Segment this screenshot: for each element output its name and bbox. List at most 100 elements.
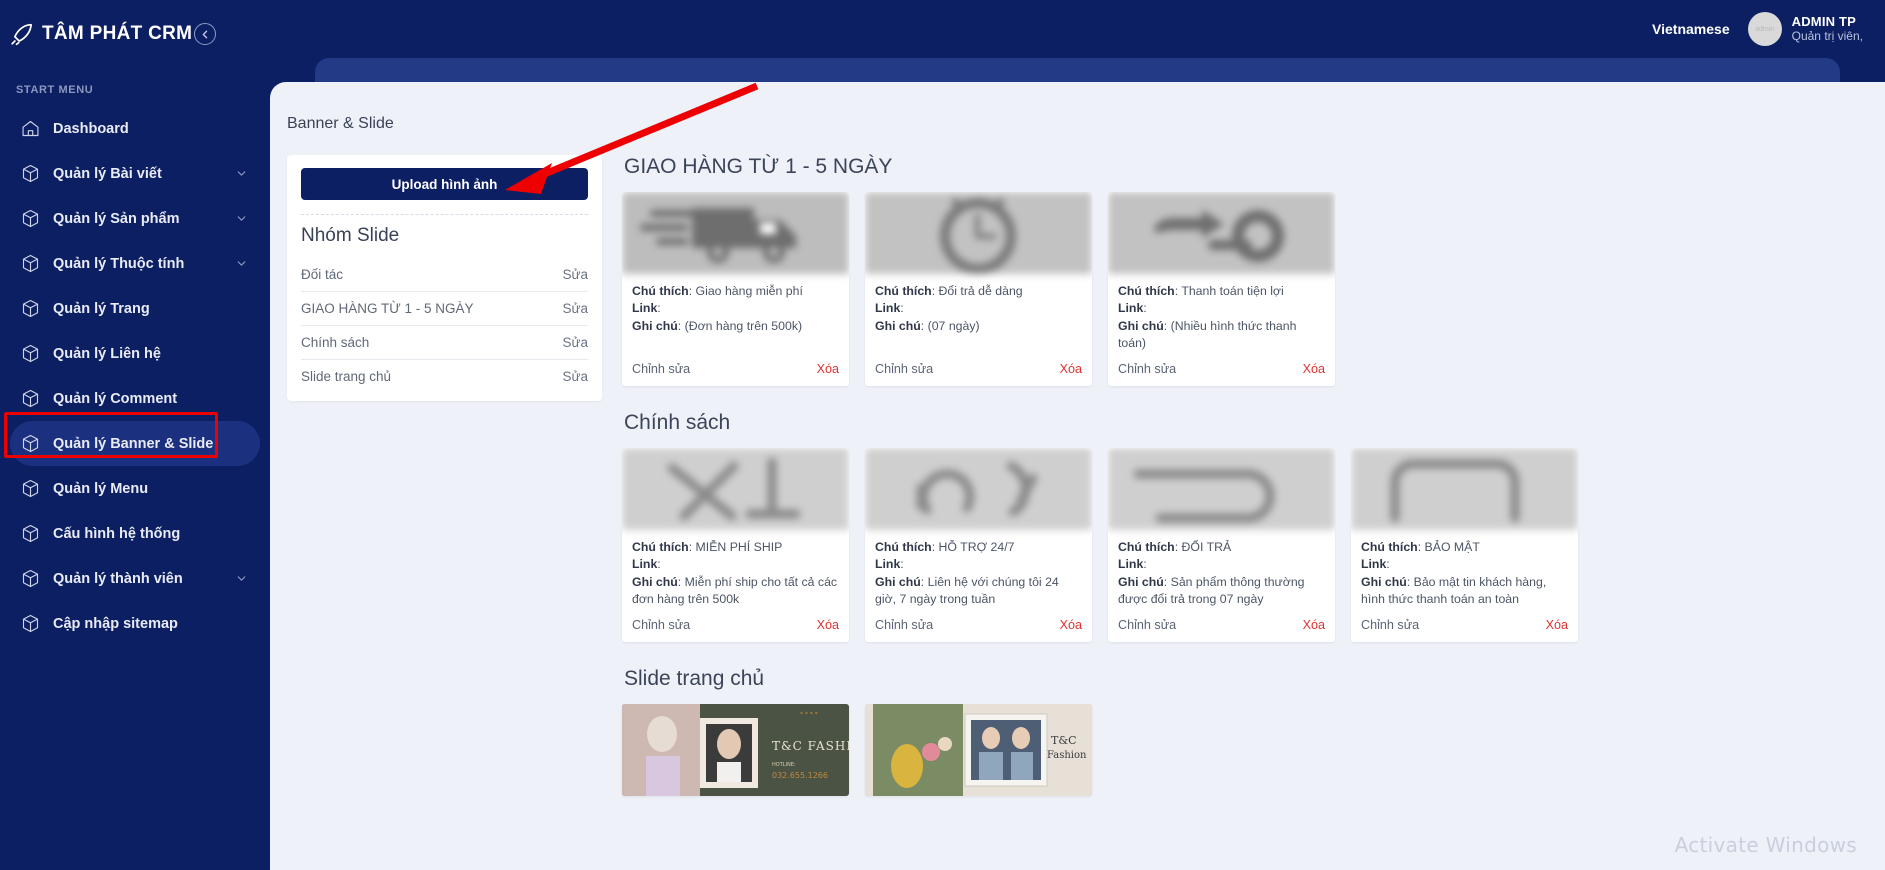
card-actions: Chỉnh sửa Xóa: [622, 609, 849, 642]
slide-group-edit-link[interactable]: Sửa: [562, 267, 588, 282]
card-caption-row: Chú thích: Thanh toán tiện lợi: [1118, 283, 1325, 300]
card-details: Chú thích: Thanh toán tiện lợiLink: Ghi …: [1108, 274, 1335, 353]
banner-card: T&C FASHIONHOTLINE:032.655.1266* * * *: [622, 704, 849, 796]
slide-group-panel: Upload hình ảnh Nhóm Slide Đối tácSửaGIA…: [287, 155, 602, 401]
svg-text:Fashion: Fashion: [1047, 750, 1087, 761]
main-area: Banner & Slide Upload hình ảnh Nhóm Slid…: [270, 0, 1885, 870]
banner-card: Chú thích: HỖ TRỢ 24/7Link: Ghi chú: Liê…: [865, 448, 1092, 642]
card-delete-link[interactable]: Xóa: [1546, 618, 1568, 632]
card-edit-link[interactable]: Chỉnh sửa: [632, 362, 690, 376]
card-actions: Chỉnh sửa Xóa: [865, 609, 1092, 642]
cube-icon: [20, 388, 41, 409]
card-edit-link[interactable]: Chỉnh sửa: [1118, 362, 1176, 376]
banner-card: Chú thích: Đổi trả dễ dàngLink: Ghi chú:…: [865, 192, 1092, 386]
cube-icon: [20, 253, 41, 274]
brand-header: TÂM PHÁT CRM: [0, 0, 270, 68]
sidebar-item-5[interactable]: Quản lý Liên hệ: [10, 331, 260, 376]
card-edit-link[interactable]: Chỉnh sửa: [1118, 618, 1176, 632]
sidebar-section-label: START MENU: [0, 68, 270, 106]
user-menu[interactable]: adminADMIN TPQuản trị viên,: [1748, 12, 1863, 46]
note-label: Ghi chú: [1118, 575, 1164, 589]
slide-group-name: Slide trang chủ: [301, 369, 391, 384]
card-thumbnail: [1108, 192, 1335, 274]
card-delete-link[interactable]: Xóa: [817, 362, 839, 376]
cube-icon: [20, 433, 41, 454]
sidebar-item-label: Cấu hình hệ thống: [53, 526, 248, 542]
caption-value: MIỄN PHÍ SHIP: [696, 540, 783, 554]
link-label: Link: [875, 301, 900, 315]
chevron-down-icon[interactable]: [235, 572, 248, 585]
slide-group-edit-link[interactable]: Sửa: [562, 335, 588, 350]
banner-card: Chú thích: ĐỔI TRẢLink: Ghi chú: Sản phẩ…: [1108, 448, 1335, 642]
card-edit-link[interactable]: Chỉnh sửa: [632, 618, 690, 632]
divider: [301, 214, 588, 215]
caption-label: Chú thích: [632, 284, 689, 298]
sidebar-item-0[interactable]: Dashboard: [10, 106, 260, 151]
card-delete-link[interactable]: Xóa: [1060, 618, 1082, 632]
sidebar-item-6[interactable]: Quản lý Comment: [10, 376, 260, 421]
card-delete-link[interactable]: Xóa: [1060, 362, 1082, 376]
sidebar-item-label: Quản lý Bài viết: [53, 166, 223, 182]
link-label: Link: [1118, 301, 1143, 315]
card-delete-link[interactable]: Xóa: [1303, 362, 1325, 376]
card-grid: T&C FASHIONHOTLINE:032.655.1266* * * * T&…: [622, 704, 1885, 796]
page-title: Banner & Slide: [270, 82, 1885, 133]
chevron-down-icon[interactable]: [235, 167, 248, 180]
language-selector[interactable]: Vietnamese: [1652, 21, 1730, 37]
note-label: Ghi chú: [632, 319, 678, 333]
card-note-row: Ghi chú: Liên hệ với chúng tôi 24 giờ, 7…: [875, 574, 1082, 609]
caption-value: HỖ TRỢ 24/7: [939, 540, 1015, 554]
sidebar-item-label: Quản lý Comment: [53, 391, 248, 407]
card-actions: Chỉnh sửa Xóa: [865, 353, 1092, 386]
sidebar-item-1[interactable]: Quản lý Bài viết: [10, 151, 260, 196]
link-label: Link: [632, 557, 657, 571]
card-actions: Chỉnh sửa Xóa: [1351, 609, 1578, 642]
card-delete-link[interactable]: Xóa: [817, 618, 839, 632]
avatar: admin: [1748, 12, 1782, 46]
cube-icon: [20, 343, 41, 364]
card-edit-link[interactable]: Chỉnh sửa: [1361, 618, 1419, 632]
slide-group-edit-link[interactable]: Sửa: [562, 301, 588, 316]
chevron-down-icon[interactable]: [235, 257, 248, 270]
sidebar-item-label: Quản lý thành viên: [53, 571, 223, 587]
sidebar-item-11[interactable]: Cập nhập sitemap: [10, 601, 260, 646]
card-actions: Chỉnh sửa Xóa: [1108, 353, 1335, 386]
svg-text:T&C: T&C: [1051, 734, 1077, 747]
card-delete-link[interactable]: Xóa: [1303, 618, 1325, 632]
chevron-down-icon[interactable]: [235, 212, 248, 225]
slide-group-name: GIAO HÀNG TỪ 1 - 5 NGÀY: [301, 301, 474, 316]
card-edit-link[interactable]: Chỉnh sửa: [875, 362, 933, 376]
card-link-row: Link:: [1118, 556, 1325, 573]
upload-image-button[interactable]: Upload hình ảnh: [301, 168, 588, 200]
sidebar-item-10[interactable]: Quản lý thành viên: [10, 556, 260, 601]
sidebar-item-2[interactable]: Quản lý Sản phẩm: [10, 196, 260, 241]
sidebar: TÂM PHÁT CRM START MENU Dashboard Quản lý…: [0, 0, 270, 870]
cube-icon: [20, 613, 41, 634]
sidebar-item-9[interactable]: Cấu hình hệ thống: [10, 511, 260, 556]
card-note-row: Ghi chú: (Nhiều hình thức thanh toán): [1118, 318, 1325, 353]
sidebar-item-4[interactable]: Quản lý Trang: [10, 286, 260, 331]
slide-group-row[interactable]: Đối tácSửa: [301, 258, 588, 292]
link-label: Link: [875, 557, 900, 571]
cube-icon: [20, 208, 41, 229]
card-grid: Chú thích: MIỄN PHÍ SHIPLink: Ghi chú: M…: [622, 448, 1885, 642]
caption-value: ĐỔI TRẢ: [1182, 540, 1232, 554]
sidebar-item-8[interactable]: Quản lý Menu: [10, 466, 260, 511]
slide-group-row[interactable]: GIAO HÀNG TỪ 1 - 5 NGÀY Sửa: [301, 292, 588, 326]
sidebar-item-3[interactable]: Quản lý Thuộc tính: [10, 241, 260, 286]
slide-group-row[interactable]: Slide trang chủ Sửa: [301, 360, 588, 393]
card-edit-link[interactable]: Chỉnh sửa: [875, 618, 933, 632]
cube-icon: [20, 523, 41, 544]
brand-title: TÂM PHÁT CRM: [42, 23, 192, 45]
card-note-row: Ghi chú: Sản phẩm thông thường được đổi …: [1118, 574, 1325, 609]
svg-text:* * * *: * * * *: [800, 711, 818, 718]
cube-icon: [20, 298, 41, 319]
slide-group-row[interactable]: Chính sáchSửa: [301, 326, 588, 360]
slide-group-edit-link[interactable]: Sửa: [562, 369, 588, 384]
chevron-left-circle-icon[interactable]: [194, 23, 216, 45]
content-row: Upload hình ảnh Nhóm Slide Đối tácSửaGIA…: [270, 133, 1885, 796]
card-note-row: Ghi chú: (07 ngày): [875, 318, 1082, 335]
sidebar-item-7[interactable]: Quản lý Banner & Slide: [10, 421, 260, 466]
card-caption-row: Chú thích: MIỄN PHÍ SHIP: [632, 539, 839, 556]
card-thumbnail: [1108, 448, 1335, 530]
